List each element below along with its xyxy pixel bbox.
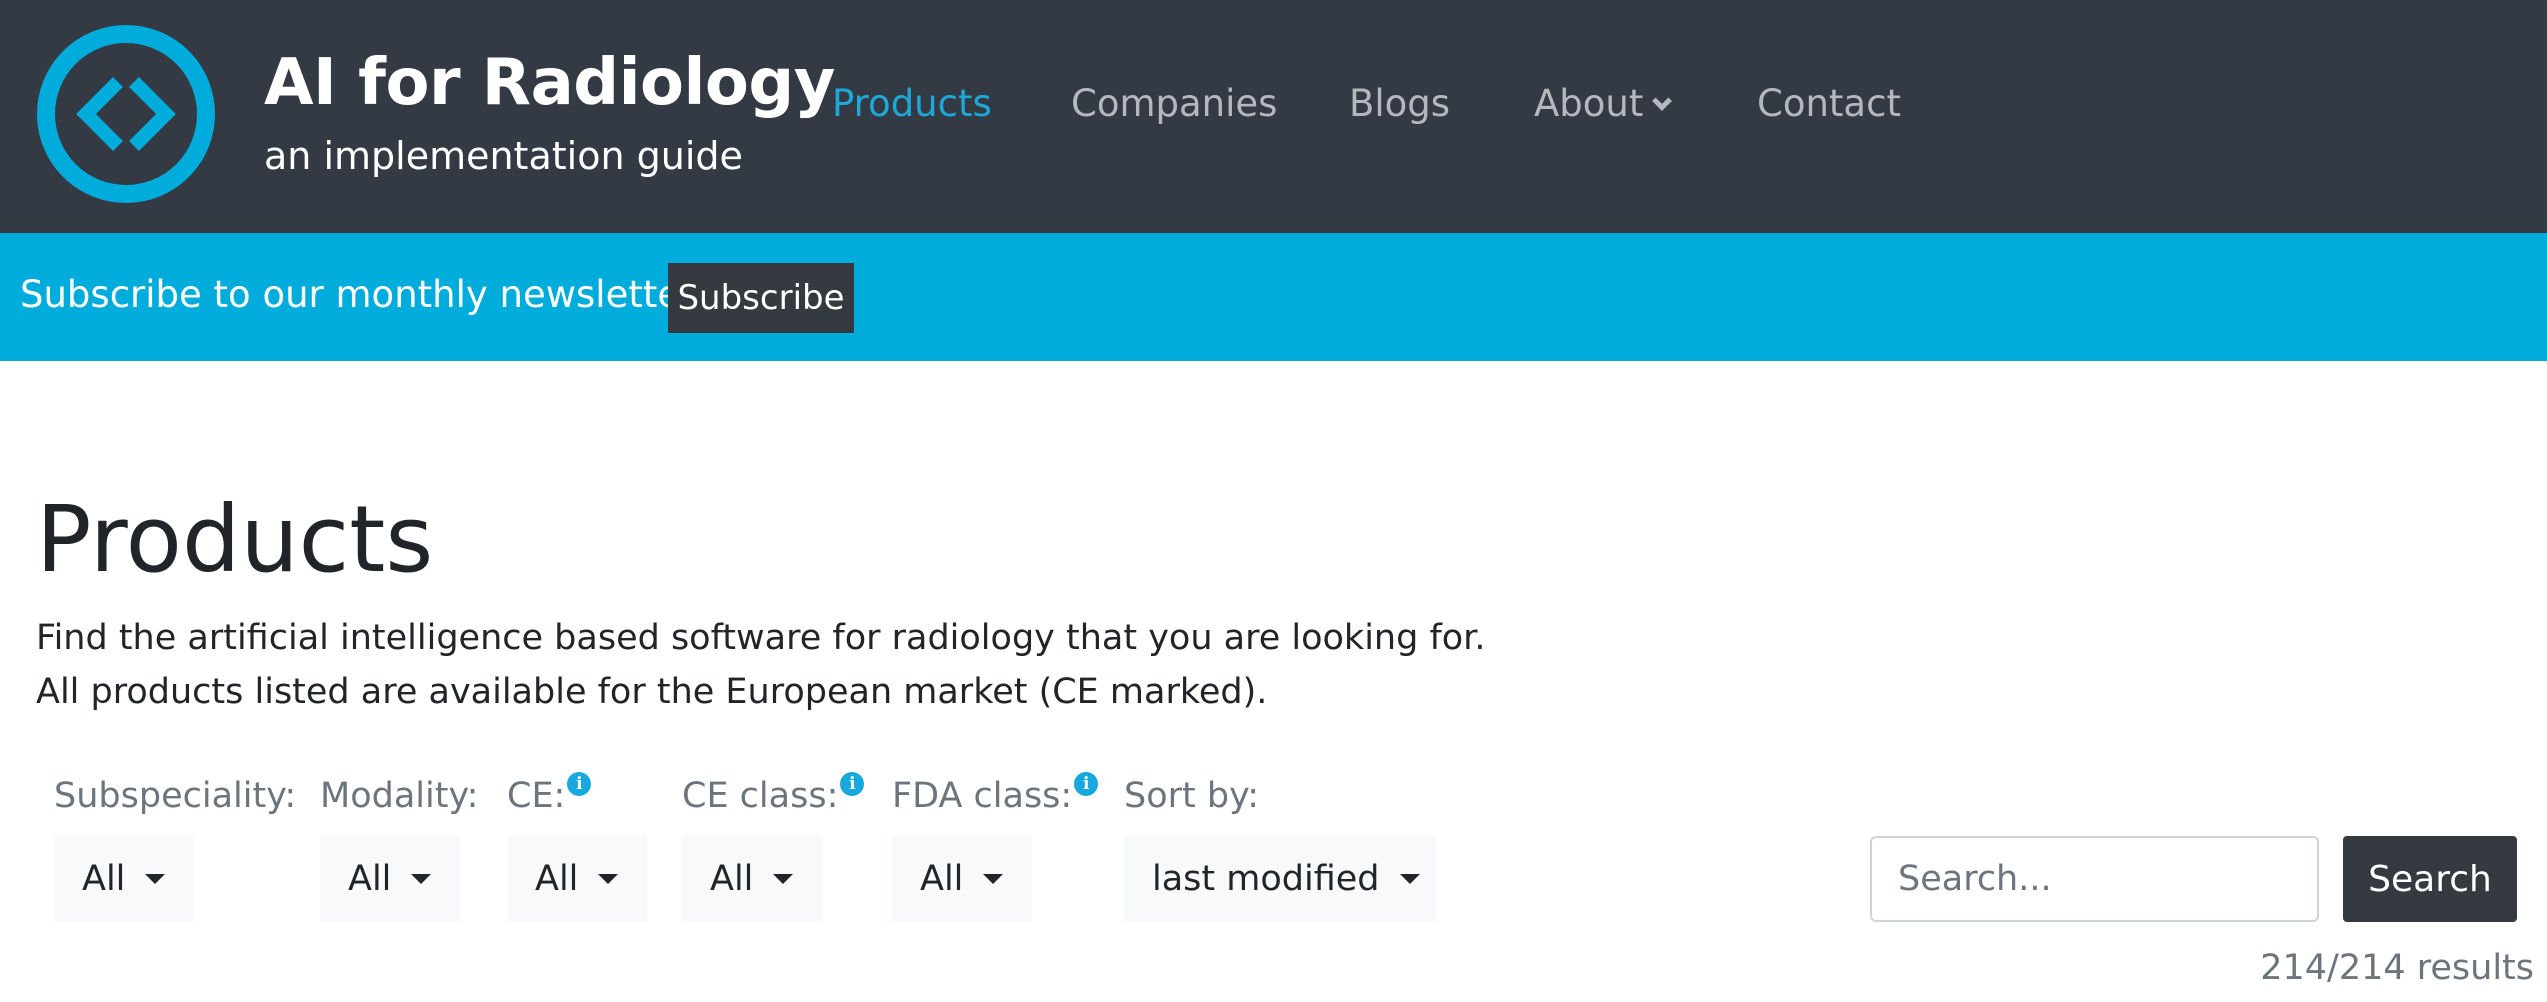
modality-dropdown[interactable]: All xyxy=(320,836,460,922)
fda-class-dropdown-value: All xyxy=(920,859,964,899)
chevron-down-icon xyxy=(1652,91,1673,111)
filter-label-sort-by: Sort by: xyxy=(1124,776,1260,816)
caret-down-icon xyxy=(145,874,166,884)
sort-by-dropdown-value: last modified xyxy=(1152,859,1380,899)
ce-class-dropdown[interactable]: All xyxy=(682,836,822,922)
info-icon[interactable]: i xyxy=(567,772,592,796)
caret-down-icon xyxy=(411,874,432,884)
filter-label-modality: Modality: xyxy=(320,776,479,816)
caret-down-icon xyxy=(773,874,794,884)
modality-dropdown-value: All xyxy=(348,859,392,899)
nav-companies[interactable]: Companies xyxy=(1071,82,1277,125)
ce-class-dropdown-value: All xyxy=(710,859,754,899)
newsletter-text: Subscribe to our monthly newsletter xyxy=(20,273,696,316)
search-input[interactable] xyxy=(1870,836,2319,922)
brand-subtitle: an implementation guide xyxy=(264,134,743,178)
page-description-line-2: All products listed are available for th… xyxy=(36,672,1268,712)
filter-label-subspeciality: Subspeciality: xyxy=(54,776,297,816)
code-brackets-logo-icon[interactable] xyxy=(36,24,216,204)
nav-blogs[interactable]: Blogs xyxy=(1349,82,1450,125)
info-icon[interactable]: i xyxy=(1074,772,1099,796)
nav-about-label: About xyxy=(1534,82,1644,125)
nav-contact[interactable]: Contact xyxy=(1757,82,1901,125)
filter-label-fda-class-text: FDA class: xyxy=(892,776,1073,816)
results-count: 214/214 results xyxy=(2260,948,2534,988)
filter-label-fda-class: FDA class: i xyxy=(892,772,1099,816)
nav-about[interactable]: About xyxy=(1534,82,1673,125)
filter-label-ce-class: CE class: i xyxy=(682,772,865,816)
caret-down-icon xyxy=(598,874,619,884)
filter-label-ce-class-text: CE class: xyxy=(682,776,839,816)
caret-down-icon xyxy=(1399,874,1420,884)
newsletter-banner: Subscribe to our monthly newsletter Subs… xyxy=(0,233,2547,361)
search-button[interactable]: Search xyxy=(2343,836,2517,922)
page-title: Products xyxy=(36,486,434,593)
sort-by-dropdown[interactable]: last modified xyxy=(1124,836,1436,922)
subscribe-button[interactable]: Subscribe xyxy=(668,263,854,333)
site-header: AI for Radiology an implementation guide… xyxy=(0,0,2547,233)
subspeciality-dropdown-value: All xyxy=(82,859,126,899)
nav-products[interactable]: Products xyxy=(832,82,992,125)
brand-title[interactable]: AI for Radiology xyxy=(264,46,835,120)
caret-down-icon xyxy=(983,874,1004,884)
ce-dropdown[interactable]: All xyxy=(507,836,647,922)
filter-label-ce: CE: i xyxy=(507,772,592,816)
info-icon[interactable]: i xyxy=(840,772,865,796)
ce-dropdown-value: All xyxy=(535,859,579,899)
fda-class-dropdown[interactable]: All xyxy=(892,836,1032,922)
subspeciality-dropdown[interactable]: All xyxy=(54,836,194,922)
filter-label-ce-text: CE: xyxy=(507,776,566,816)
page-description-line-1: Find the artificial intelligence based s… xyxy=(36,618,1486,658)
